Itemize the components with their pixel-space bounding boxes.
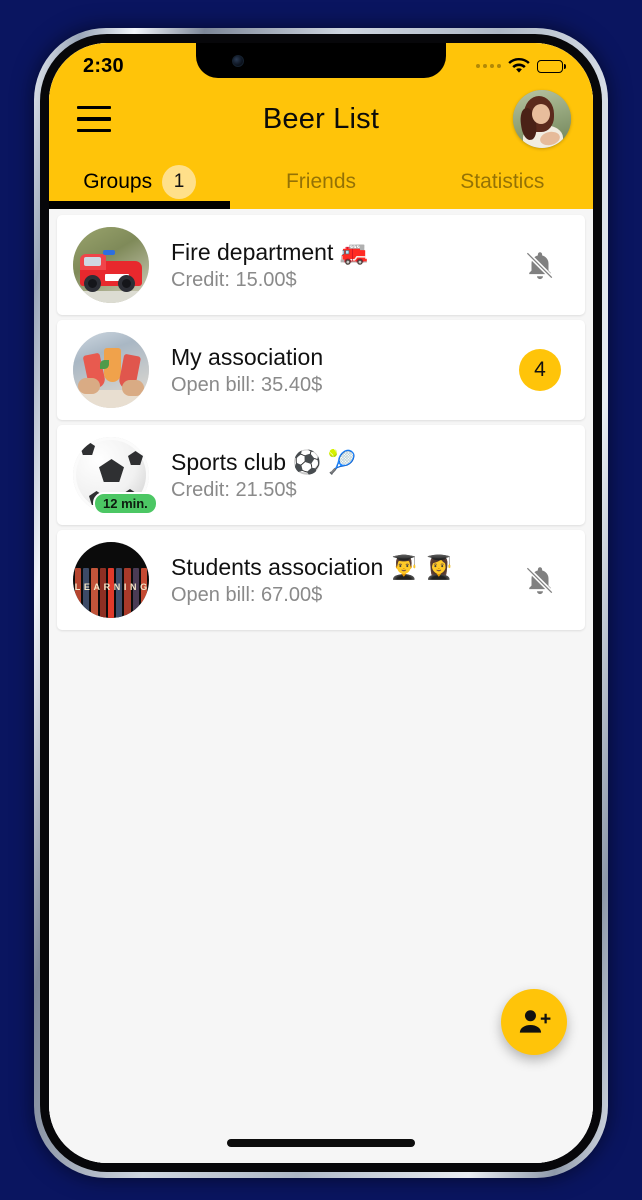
list-item[interactable]: Fire department 🚒 Credit: 15.00$ — [57, 215, 585, 315]
list-item-trailing — [513, 563, 567, 597]
wifi-icon — [508, 58, 530, 73]
cheers-drinks-avatar — [73, 332, 149, 408]
unread-count-badge[interactable]: 4 — [519, 349, 561, 391]
time-badge: 12 min. — [93, 492, 158, 515]
group-subtitle: Credit: 15.00$ — [171, 268, 297, 291]
list-item-text: Fire department 🚒 Credit: 15.00$ — [149, 239, 513, 292]
list-item-trailing: 4 — [513, 349, 567, 391]
bell-off-icon[interactable] — [523, 563, 557, 597]
bell-off-icon[interactable] — [523, 248, 557, 282]
group-subtitle: Credit: 21.50$ — [171, 478, 297, 501]
list-item-text: Sports club ⚽ 🎾 Credit: 21.50$ — [149, 449, 513, 502]
list-item[interactable]: 12 min. Sports club ⚽ 🎾 Credit: 21.50$ — [57, 425, 585, 525]
status-time: 2:30 — [83, 54, 124, 77]
avatar-wrap: 12 min. — [73, 437, 158, 515]
tab-statistics[interactable]: Statistics — [412, 155, 593, 209]
page-title: Beer List — [262, 102, 380, 135]
tab-friends[interactable]: Friends — [230, 155, 411, 209]
tab-statistics-label: Statistics — [460, 170, 545, 193]
title-bar: Beer List — [49, 83, 593, 155]
books-avatar: LEARNING — [73, 542, 149, 618]
avatar-wrap — [73, 332, 149, 408]
books-avatar-letters: LEARNING — [74, 582, 148, 592]
group-name: My association — [171, 343, 324, 370]
phone-screen: 2:30 Beer List Groups 1 Friends Statisti… — [49, 43, 593, 1163]
signal-dots-icon — [476, 64, 501, 68]
phone-frame: 2:30 Beer List Groups 1 Friends Statisti… — [34, 28, 608, 1178]
list-item[interactable]: LEARNING Students association 👨‍🎓 👩‍🎓 Op… — [57, 530, 585, 630]
group-name: Students association 👨‍🎓 👩‍🎓 — [171, 553, 454, 580]
group-subtitle: Open bill: 67.00$ — [171, 583, 323, 606]
tab-friends-label: Friends — [285, 170, 356, 193]
notch — [196, 43, 446, 78]
group-name: Sports club ⚽ 🎾 — [171, 448, 357, 475]
list-item[interactable]: My association Open bill: 35.40$ 4 — [57, 320, 585, 420]
person-add-icon — [519, 1010, 551, 1033]
list-item-text: Students association 👨‍🎓 👩‍🎓 Open bill: … — [149, 554, 513, 607]
home-indicator — [227, 1139, 415, 1147]
tab-groups[interactable]: Groups 1 — [49, 155, 231, 209]
list-item-trailing — [513, 248, 567, 282]
tab-bar: Groups 1 Friends Statistics — [49, 155, 593, 209]
list-item-text: My association Open bill: 35.40$ — [149, 344, 513, 397]
status-indicators — [476, 58, 566, 74]
avatar-wrap — [73, 227, 149, 303]
avatar-wrap: LEARNING — [73, 542, 149, 618]
front-camera-icon — [232, 55, 244, 67]
avatar[interactable] — [513, 90, 571, 148]
group-list[interactable]: Fire department 🚒 Credit: 15.00$ My asso… — [49, 209, 593, 1163]
app-root: 2:30 Beer List Groups 1 Friends Statisti… — [49, 43, 593, 1163]
group-name: Fire department 🚒 — [171, 238, 369, 265]
battery-full-icon — [537, 59, 566, 73]
group-subtitle: Open bill: 35.40$ — [171, 373, 323, 396]
add-group-button[interactable] — [501, 989, 567, 1055]
fire-truck-avatar — [73, 227, 149, 303]
phone-bezel: 2:30 Beer List Groups 1 Friends Statisti… — [40, 34, 602, 1172]
tab-groups-badge: 1 — [162, 165, 197, 199]
hamburger-menu-icon[interactable] — [77, 106, 111, 132]
tab-groups-label: Groups — [83, 170, 153, 193]
